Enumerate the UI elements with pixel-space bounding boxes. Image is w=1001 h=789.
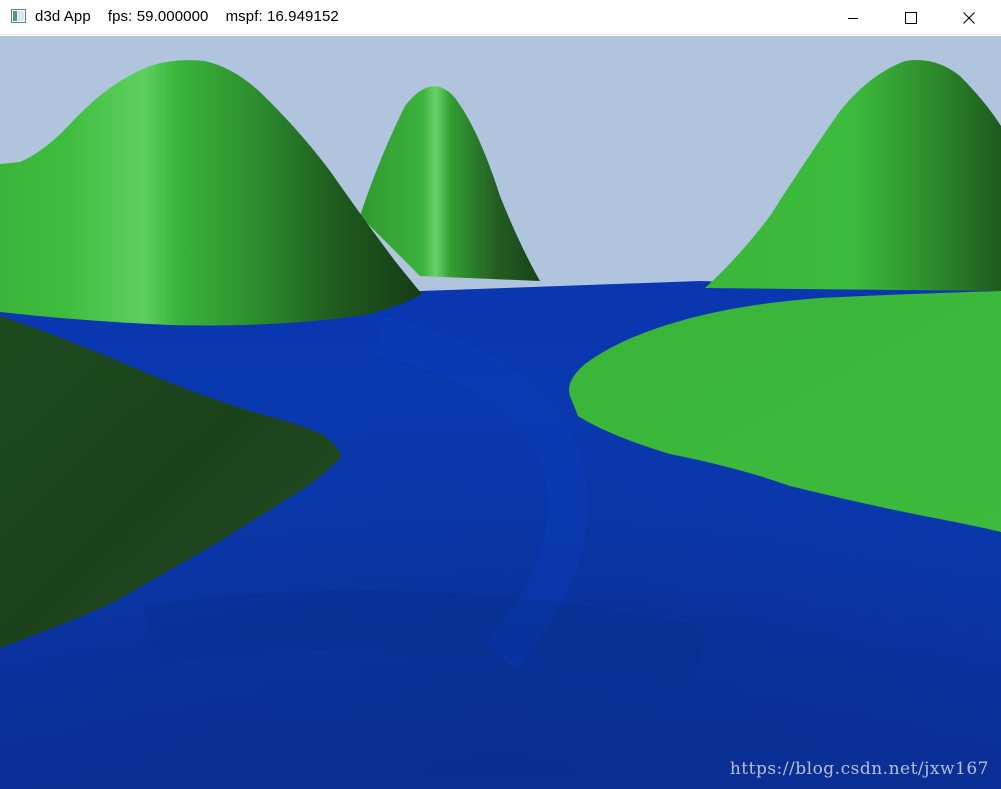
minimize-icon [848,17,858,19]
maximize-icon [905,11,917,24]
terrain-scene [0,36,1001,789]
title-bar[interactable]: d3d App fps: 59.000000 mspf: 16.949152 [0,0,1001,35]
fps-readout: fps: 59.000000 [107,8,209,25]
close-icon [963,11,975,24]
maximize-button[interactable] [888,0,934,35]
render-viewport[interactable]: https://blog.csdn.net/jxw167 [0,36,1001,789]
app-title: d3d App [35,8,91,25]
mspf-readout: mspf: 16.949152 [225,8,339,25]
app-window: d3d App fps: 59.000000 mspf: 16.949152 h… [0,0,1001,789]
close-button[interactable] [946,0,992,35]
watermark: https://blog.csdn.net/jxw167 [729,759,989,779]
window-title: d3d App fps: 59.000000 mspf: 16.949152 [35,8,339,25]
minimize-button[interactable] [830,0,876,35]
app-icon [11,9,26,23]
